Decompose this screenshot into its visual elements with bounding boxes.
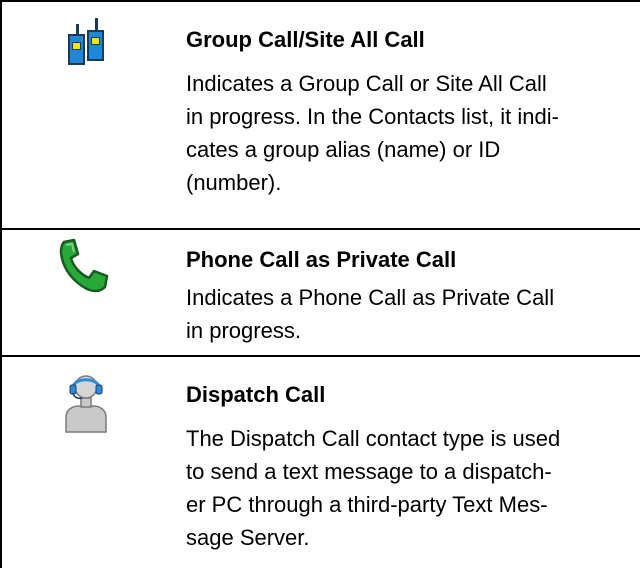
table-row-dispatch-call: Dispatch Call The Dispatch Call contact …	[2, 357, 640, 568]
row-description: Indicates a Phone Call as Private Call i…	[186, 285, 555, 343]
row-description: Indicates a Group Call or Site All Call …	[186, 71, 559, 195]
icon-cell	[2, 357, 170, 568]
contact-types-table: Group Call/Site All Call Indicates a Gro…	[0, 0, 640, 568]
row-title: Dispatch Call	[186, 382, 326, 407]
group-call-walkie-talkies-icon	[68, 18, 104, 65]
table-row-phone-call: Phone Call as Private Call Indicates a P…	[2, 230, 640, 357]
row-title: Phone Call as Private Call	[186, 247, 457, 272]
dispatcher-headset-icon	[65, 375, 107, 433]
icon-cell	[2, 2, 170, 228]
icon-cell	[2, 230, 170, 355]
row-description: The Dispatch Call contact type is used t…	[186, 426, 561, 550]
row-title: Group Call/Site All Call	[186, 27, 425, 52]
phone-handset-icon	[59, 238, 109, 293]
table-row-group-call: Group Call/Site All Call Indicates a Gro…	[2, 0, 640, 230]
